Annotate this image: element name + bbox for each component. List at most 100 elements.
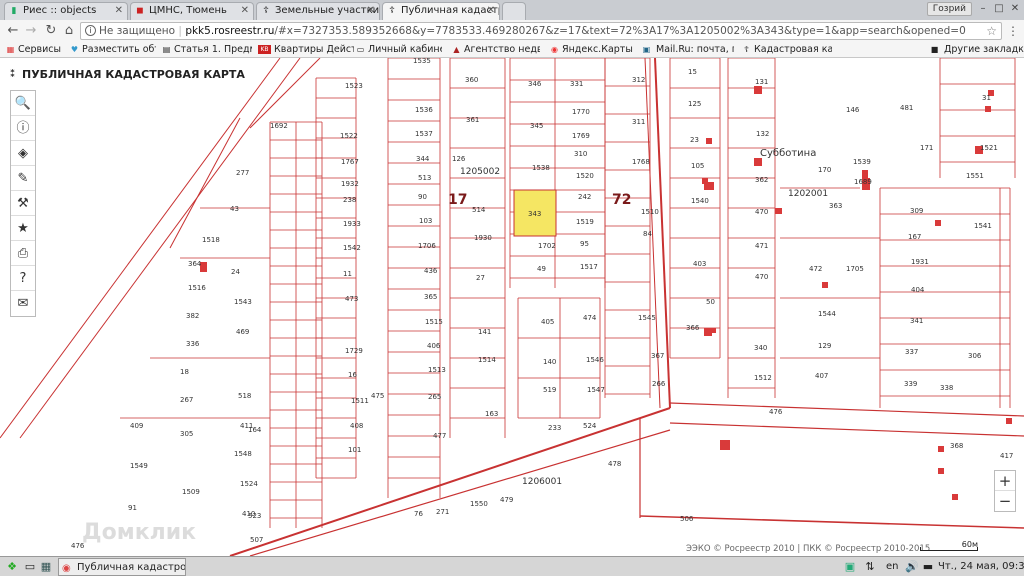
help-tool-icon[interactable]: ? bbox=[11, 266, 35, 291]
calculator-icon[interactable]: ▦ bbox=[38, 559, 54, 575]
battery-icon[interactable]: ▬ bbox=[920, 559, 936, 575]
home-icon[interactable]: ⌂ bbox=[60, 22, 78, 40]
forward-arrow-icon[interactable]: → bbox=[22, 22, 40, 40]
draw-tool-icon[interactable]: ✎ bbox=[11, 166, 35, 191]
parcel-label: 403 bbox=[693, 260, 706, 268]
parcel-label: 507 bbox=[250, 536, 263, 544]
tab-title: ЦМНС, Тюмень bbox=[149, 5, 227, 16]
doc-icon: ▤ bbox=[162, 45, 171, 54]
parcel-label: 336 bbox=[186, 340, 200, 348]
parcel-label: 1521 bbox=[980, 144, 998, 152]
cmns-icon: ◼ bbox=[136, 6, 144, 16]
info-icon[interactable]: i bbox=[85, 25, 96, 36]
maximize-icon[interactable]: □ bbox=[992, 2, 1006, 16]
parcel-label: 27 bbox=[476, 274, 485, 282]
cadastral-quarter-label: 1205002 bbox=[460, 167, 500, 177]
zoom-in-button[interactable]: + bbox=[995, 471, 1015, 491]
tab-title: Риес :: objects bbox=[23, 5, 97, 16]
building bbox=[775, 208, 782, 214]
parcel-label: 171 bbox=[920, 144, 933, 152]
scale-bar: 60м bbox=[920, 540, 982, 552]
parcel-label: 476 bbox=[769, 408, 783, 416]
back-arrow-icon[interactable]: ← bbox=[4, 22, 22, 40]
search-tool-icon[interactable]: 🔍 bbox=[11, 91, 35, 116]
tray-app-icon[interactable]: ▣ bbox=[842, 559, 858, 575]
tab-cadastral-map[interactable]: ☦ Публичная кадастров ✕ bbox=[382, 2, 500, 20]
star-icon[interactable]: ☆ bbox=[986, 23, 997, 39]
parcel-label: 361 bbox=[466, 116, 479, 124]
parcel-label: 331 bbox=[570, 80, 583, 88]
cadastral-district-label: 17 bbox=[448, 192, 467, 208]
window-close-icon[interactable]: ✕ bbox=[1008, 2, 1022, 16]
bookmark-label: Сервисы bbox=[18, 44, 62, 55]
parcel-label: 1702 bbox=[538, 242, 556, 250]
parcel-label: 340 bbox=[754, 344, 767, 352]
parcel-label: 519 bbox=[543, 386, 556, 394]
volume-icon[interactable]: 🔊 bbox=[904, 559, 920, 575]
parcel-label: 1517 bbox=[580, 263, 598, 271]
parcel-label: 1538 bbox=[532, 164, 550, 172]
browser-menu-icon[interactable]: ⋮ bbox=[1006, 22, 1020, 40]
layers-tool-icon[interactable]: ◈ bbox=[11, 141, 35, 166]
parcel-label: 513 bbox=[418, 174, 431, 182]
bookmark-place-ad[interactable]: ♥Разместить объя bbox=[70, 43, 156, 57]
parcel-label: 267 bbox=[180, 396, 193, 404]
network-icon[interactable]: ⇅ bbox=[862, 559, 878, 575]
keyboard-layout[interactable]: en bbox=[886, 558, 899, 576]
parcel-label: 1537 bbox=[415, 130, 433, 138]
tab-cmns[interactable]: ◼ ЦМНС, Тюмень ✕ bbox=[130, 2, 254, 20]
close-icon[interactable]: ✕ bbox=[487, 3, 495, 19]
bookmark-cabinet[interactable]: ▭Личный кабинет bbox=[356, 43, 442, 57]
parcel-label: 338 bbox=[940, 384, 953, 392]
tab-land-plots[interactable]: ☦ Земельные участки в ✕ bbox=[256, 2, 380, 20]
bookmark-mail[interactable]: ▣ Mail.Ru: почта, по bbox=[642, 43, 734, 57]
close-icon[interactable]: ✕ bbox=[367, 3, 375, 19]
user-profile-chip[interactable]: Гозрий bbox=[926, 2, 972, 16]
address-bar[interactable]: i Не защищено | pkk5.rosreestr.ru/#x=732… bbox=[80, 22, 1002, 40]
parcel-label: 406 bbox=[427, 342, 441, 350]
bookmark-services[interactable]: ▦ Сервисы bbox=[6, 43, 66, 57]
parcel-label: 16 bbox=[348, 371, 357, 379]
parcel-label: 1551 bbox=[966, 172, 984, 180]
tab-riesi[interactable]: ▮ Риес :: objects ✕ bbox=[4, 2, 128, 20]
new-tab-button[interactable] bbox=[502, 2, 526, 20]
favorites-tool-icon[interactable]: ★ bbox=[11, 216, 35, 241]
bookmark-yandex-maps[interactable]: ◉ Яндекс.Карты — bbox=[550, 43, 634, 57]
parcel-label: 523 bbox=[248, 512, 261, 520]
close-icon[interactable]: ✕ bbox=[241, 3, 249, 19]
measure-tool-icon[interactable]: ⚒ bbox=[11, 191, 35, 216]
parcel-label: 1541 bbox=[974, 222, 992, 230]
zoom-out-button[interactable]: − bbox=[995, 491, 1015, 511]
bookmark-apartments[interactable]: KB Квартиры Дейст bbox=[258, 43, 354, 57]
parcel-label: 91 bbox=[128, 504, 137, 512]
parcel-label: 411 bbox=[240, 422, 253, 430]
bookmark-article[interactable]: ▤ Статья 1. Предм bbox=[162, 43, 252, 57]
desktop-icon[interactable]: ▭ bbox=[22, 559, 38, 575]
parcel-label: 1542 bbox=[343, 244, 361, 252]
building bbox=[938, 468, 944, 474]
parcel-label: 167 bbox=[908, 233, 921, 241]
place-name-label: Субботина bbox=[760, 148, 816, 159]
parcel-label: 478 bbox=[608, 460, 621, 468]
close-icon[interactable]: ✕ bbox=[115, 3, 123, 19]
bookmark-agency[interactable]: ▲ Агентство недви bbox=[452, 43, 540, 57]
feedback-tool-icon[interactable]: ✉ bbox=[11, 291, 35, 316]
parcel-label: 1545 bbox=[638, 314, 656, 322]
parcel-label: 103 bbox=[419, 217, 432, 225]
taskbar-chrome-window[interactable]: ◉ Публичная кадастровая ... bbox=[58, 558, 186, 576]
cadastral-map[interactable]: 1535 360 346 331 312 15 131 481 31 1523 1536 345 177… bbox=[0, 58, 1024, 556]
reload-icon[interactable]: ↻ bbox=[42, 22, 60, 40]
parcel-label: 277 bbox=[236, 169, 249, 177]
bookmark-other[interactable]: ■ Другие закладки bbox=[930, 43, 1024, 57]
building bbox=[822, 282, 828, 288]
parcel-label: 514 bbox=[472, 206, 486, 214]
print-tool-icon[interactable]: ⎙ bbox=[11, 241, 35, 266]
linux-menu-icon[interactable]: ❖ bbox=[4, 559, 20, 575]
map-canvas[interactable]: 1535360 346 331 312151314813115231536345177… bbox=[0, 58, 1024, 556]
minimize-icon[interactable]: – bbox=[976, 2, 990, 16]
cadastral-quarter-label: 1202001 bbox=[788, 189, 828, 199]
parcel-label: 24 bbox=[231, 268, 240, 276]
info-tool-icon[interactable]: ⓘ bbox=[11, 116, 35, 141]
bookmark-cadastral[interactable]: ☦ Кадастровая карт bbox=[742, 43, 832, 57]
parcel-label: 408 bbox=[350, 422, 363, 430]
